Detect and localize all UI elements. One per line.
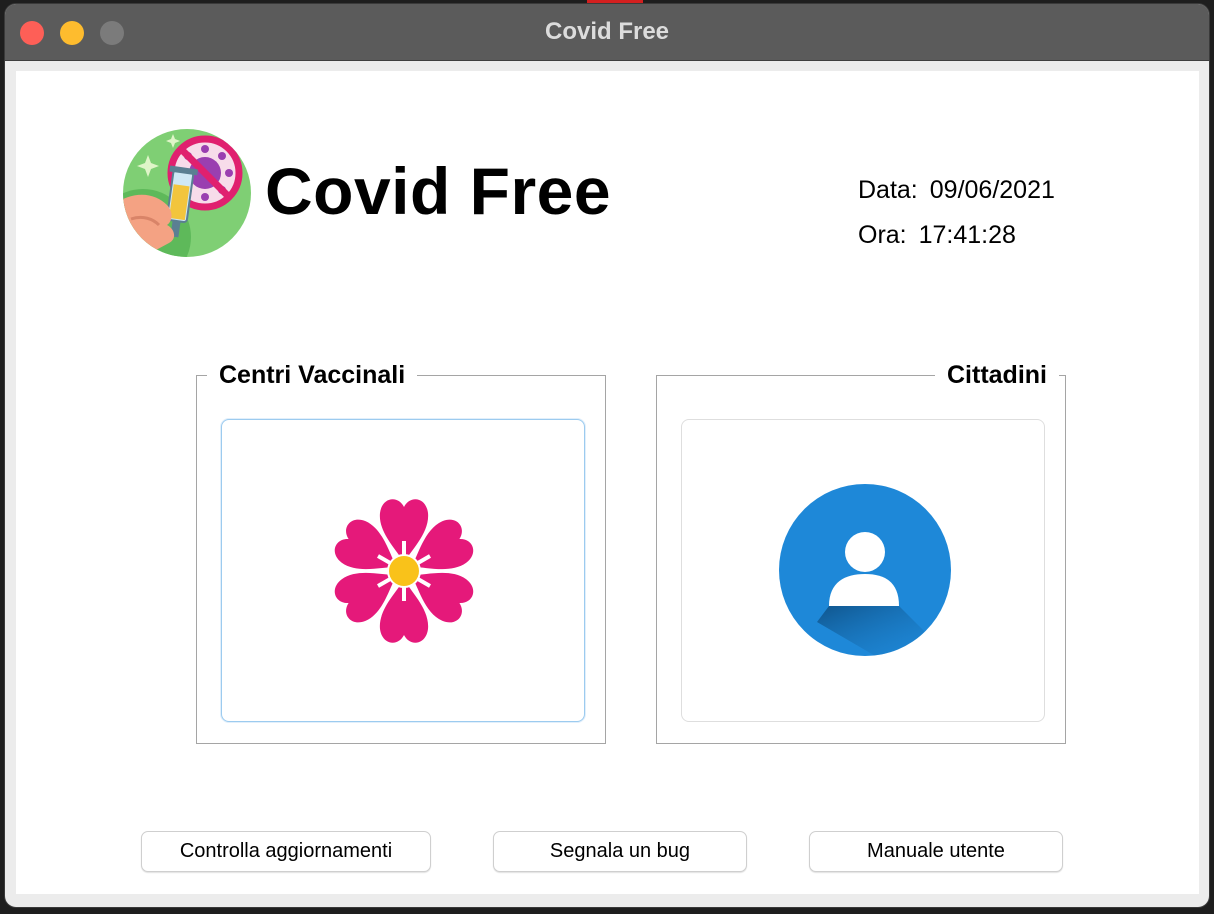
time-label: Ora:	[858, 221, 907, 249]
cittadini-group: Cittadini	[656, 361, 1066, 744]
user-manual-button[interactable]: Manuale utente	[809, 831, 1063, 872]
app-logo-icon	[123, 129, 251, 257]
cittadini-button[interactable]	[681, 419, 1045, 722]
app-title: Covid Free	[265, 154, 612, 228]
time-display: Ora: 17:41:28	[858, 221, 1016, 250]
time-value: 17:41:28	[918, 221, 1016, 249]
date-value: 09/06/2021	[929, 176, 1055, 204]
centri-vaccinali-button[interactable]	[221, 419, 585, 722]
user-icon	[779, 484, 951, 656]
window-title: Covid Free	[544, 18, 670, 45]
centri-vaccinali-group: Centri Vaccinali	[196, 361, 606, 744]
centri-vaccinali-title: Centri Vaccinali	[207, 361, 418, 390]
cittadini-title: Cittadini	[935, 361, 1059, 390]
report-bug-button[interactable]: Segnala un bug	[493, 831, 747, 872]
check-updates-button[interactable]: Controlla aggiornamenti	[141, 831, 431, 872]
flower-icon	[329, 499, 479, 643]
menubar-indicator	[587, 0, 643, 3]
date-label: Data:	[858, 176, 918, 204]
date-display: Data: 09/06/2021	[858, 176, 1055, 205]
title-bar[interactable]: Covid Free	[5, 4, 1209, 61]
